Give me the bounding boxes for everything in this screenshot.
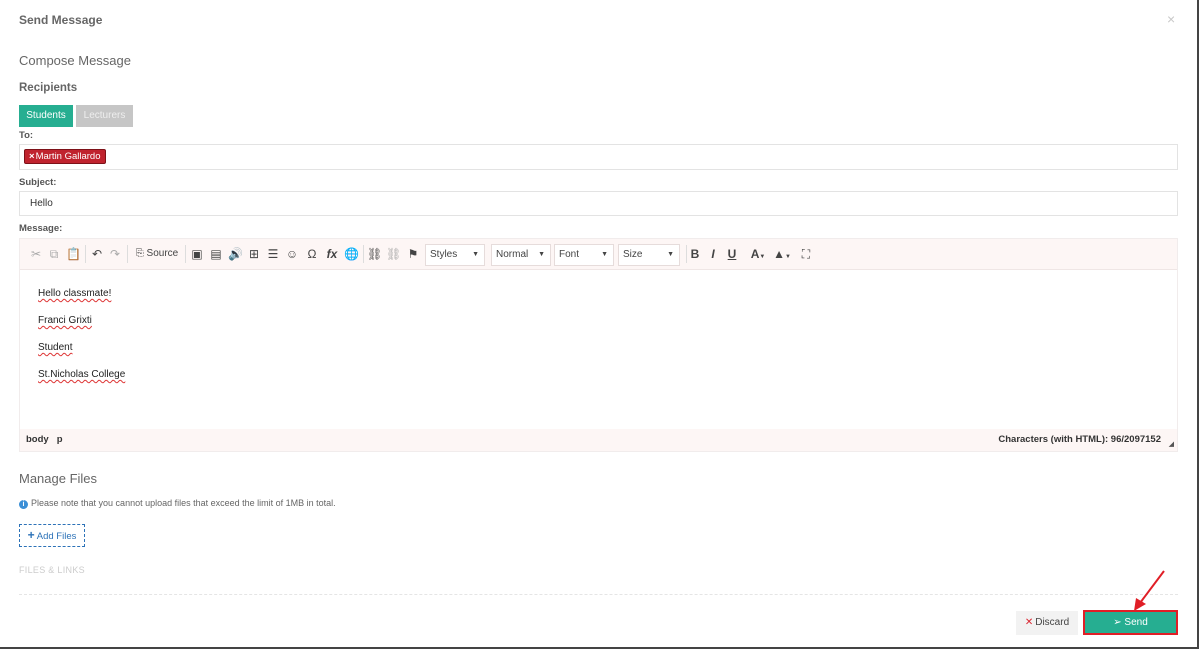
editor-statusbar: body p Characters (with HTML): 96/2097152… — [20, 429, 1177, 451]
styles-select-value: Styles — [430, 249, 458, 260]
path-body[interactable]: body — [26, 434, 49, 445]
chevron-down-icon: ▼ — [601, 251, 608, 258]
format-select-value: Normal — [496, 249, 529, 260]
tab-students[interactable]: Students — [19, 105, 73, 127]
cut-icon[interactable]: ✂ — [29, 245, 43, 263]
files-links-label: FILES & LINKS — [19, 565, 85, 575]
discard-label: Discard — [1035, 617, 1070, 628]
editor-toolbar: ✂ ⧉ 📋 ↶ ↷ ⎘ Source ▣ ▤ 🔊 ⊞ ☰ ☺ Ω fx 🌐 ⛓ … — [20, 239, 1177, 270]
tab-lecturers[interactable]: Lecturers — [76, 105, 133, 127]
recipient-chip[interactable]: ×Martin Gallardo — [24, 149, 106, 164]
image-icon[interactable]: ▣ — [190, 245, 204, 263]
content-line: Hello classmate! — [38, 288, 125, 315]
anchor-flag-icon[interactable]: ⚑ — [406, 245, 420, 263]
message-label: Message: — [19, 223, 63, 234]
paper-plane-icon: ➢ — [1113, 617, 1122, 628]
maximize-icon[interactable]: ⛶ — [799, 245, 813, 263]
add-files-button[interactable]: + Add Files — [19, 524, 85, 547]
send-message-modal: Send Message × Compose Message Recipient… — [0, 0, 1199, 649]
upload-note: i Please note that you cannot upload file… — [19, 498, 336, 509]
element-path: body p — [26, 429, 71, 451]
info-icon: i — [19, 500, 28, 509]
path-p[interactable]: p — [57, 434, 63, 445]
italic-icon[interactable]: I — [706, 245, 720, 263]
plus-icon: + — [27, 528, 35, 542]
format-select[interactable]: Normal ▼ — [491, 244, 551, 266]
remove-chip-icon[interactable]: × — [29, 151, 35, 162]
special-char-icon[interactable]: Ω — [305, 245, 319, 263]
background-color-icon[interactable]: ▲▼ — [772, 245, 792, 263]
source-label: Source — [146, 248, 179, 259]
source-icon: ⎘ — [135, 248, 144, 259]
content-text: St.Nicholas College — [38, 369, 126, 380]
bold-icon[interactable]: B — [688, 245, 702, 263]
image-upload-icon[interactable]: ▤ — [209, 245, 223, 263]
to-field[interactable]: ×Martin Gallardo — [19, 144, 1178, 170]
content-line: Franci Grixti — [38, 315, 125, 342]
source-button[interactable]: ⎘ Source — [132, 245, 182, 263]
smiley-icon[interactable]: ☺ — [285, 245, 299, 263]
compose-heading: Compose Message — [19, 53, 131, 68]
content-line: Student — [38, 342, 125, 369]
manage-files-heading: Manage Files — [19, 471, 98, 486]
size-select[interactable]: Size ▼ — [618, 244, 680, 266]
modal-title: Send Message — [19, 13, 103, 27]
editor-content[interactable]: Hello classmate! Franci Grixti Student S… — [38, 288, 125, 396]
subject-input[interactable]: Hello — [19, 191, 1178, 216]
size-select-value: Size — [623, 249, 643, 260]
discard-button[interactable]: ✕ Discard — [1016, 611, 1078, 635]
underline-icon[interactable]: U — [725, 245, 739, 263]
chevron-down-icon: ▼ — [667, 251, 674, 258]
add-files-label: Add Files — [36, 531, 77, 542]
content-text: Student — [38, 342, 73, 353]
content-line: St.Nicholas College — [38, 369, 125, 396]
table-icon[interactable]: ⊞ — [247, 245, 261, 263]
character-count: Characters (with HTML): 96/2097152 — [998, 434, 1161, 445]
content-text: Franci Grixti — [38, 315, 92, 326]
formula-icon[interactable]: fx — [324, 245, 340, 263]
audio-icon[interactable]: 🔊 — [228, 245, 243, 263]
red-arrow-annotation — [1134, 570, 1165, 611]
globe-icon[interactable]: 🌐 — [344, 245, 359, 263]
subject-label: Subject: — [19, 177, 57, 188]
close-icon[interactable]: × — [1167, 11, 1175, 27]
footer-divider — [19, 594, 1178, 595]
paste-icon[interactable]: 📋 — [66, 245, 81, 263]
font-select-value: Font — [559, 249, 580, 260]
recipients-heading: Recipients — [19, 82, 78, 94]
to-label: To: — [19, 130, 34, 141]
undo-icon[interactable]: ↶ — [90, 245, 104, 263]
chevron-down-icon: ▼ — [538, 251, 545, 258]
horizontal-line-icon[interactable]: ☰ — [266, 245, 280, 263]
link-icon[interactable]: ⛓ — [367, 245, 382, 263]
send-label: Send — [1124, 617, 1148, 628]
text-color-icon[interactable]: A▼ — [748, 245, 768, 263]
font-select[interactable]: Font ▼ — [554, 244, 614, 266]
resize-handle-icon[interactable]: ◢ — [1169, 434, 1174, 456]
chevron-down-icon: ▼ — [472, 251, 479, 258]
close-icon: ✕ — [1024, 617, 1034, 628]
unlink-icon[interactable]: ⛓ — [386, 245, 401, 263]
recipient-name: Martin Gallardo — [35, 151, 101, 162]
copy-icon[interactable]: ⧉ — [47, 245, 61, 263]
redo-icon[interactable]: ↷ — [108, 245, 122, 263]
content-text: Hello classmate! — [38, 288, 112, 299]
upload-note-text: Please note that you cannot upload files… — [31, 498, 336, 508]
styles-select[interactable]: Styles ▼ — [425, 244, 485, 266]
rich-text-editor: ✂ ⧉ 📋 ↶ ↷ ⎘ Source ▣ ▤ 🔊 ⊞ ☰ ☺ Ω fx 🌐 ⛓ … — [19, 238, 1178, 452]
